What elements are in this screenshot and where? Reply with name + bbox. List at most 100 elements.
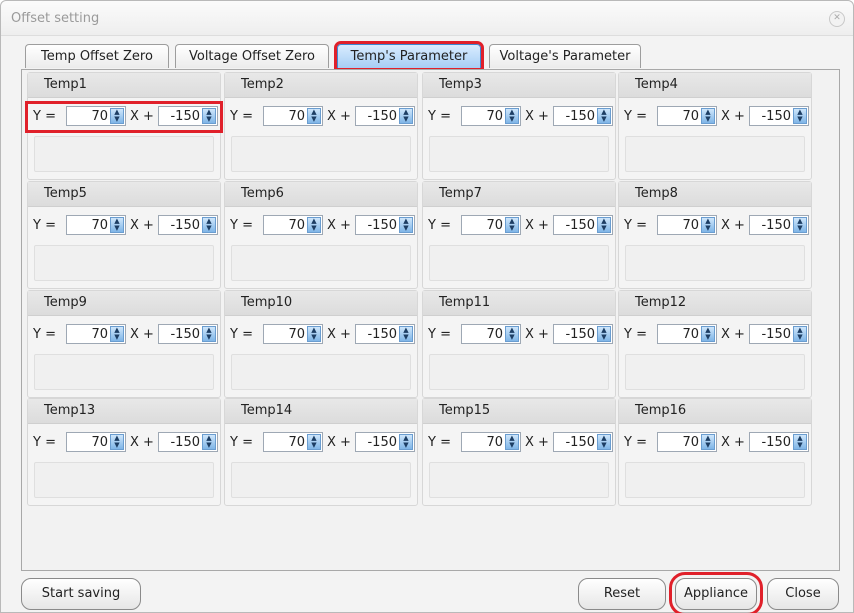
up-down-arrows-icon[interactable]: ▲ ▼ bbox=[399, 434, 413, 450]
x-offset-spinbox[interactable]: -150 ▲ ▼ bbox=[749, 215, 809, 235]
up-down-arrows-icon[interactable]: ▲ ▼ bbox=[701, 108, 715, 124]
x-offset-spinbox[interactable]: -150 ▲ ▼ bbox=[749, 324, 809, 344]
up-down-arrows-icon[interactable]: ▲ ▼ bbox=[307, 108, 321, 124]
up-down-arrows-icon[interactable]: ▲ ▼ bbox=[793, 326, 807, 342]
up-down-arrows-icon[interactable]: ▲ ▼ bbox=[701, 434, 715, 450]
appliance-button[interactable]: Appliance bbox=[669, 572, 763, 613]
y-value: 70 bbox=[682, 327, 699, 342]
y-label: Y = bbox=[33, 327, 56, 342]
x-label: X + bbox=[721, 435, 745, 450]
y-label: Y = bbox=[230, 109, 253, 124]
x-offset-spinbox[interactable]: -150 ▲ ▼ bbox=[158, 215, 218, 235]
x-offset-spinbox[interactable]: -150 ▲ ▼ bbox=[355, 215, 415, 235]
x-offset-value: -150 bbox=[565, 327, 595, 342]
y-value-spinbox[interactable]: 70 ▲ ▼ bbox=[657, 324, 717, 344]
up-down-arrows-icon[interactable]: ▲ ▼ bbox=[701, 326, 715, 342]
up-down-arrows-icon[interactable]: ▲ ▼ bbox=[399, 108, 413, 124]
y-value-spinbox[interactable]: 70 ▲ ▼ bbox=[657, 215, 717, 235]
offset-formula-row: Y = 70 ▲ ▼ X + -150 ▲ ▼ bbox=[227, 215, 415, 237]
up-down-arrows-icon[interactable]: ▲ ▼ bbox=[399, 217, 413, 233]
up-down-arrows-icon[interactable]: ▲ ▼ bbox=[793, 434, 807, 450]
y-value-spinbox[interactable]: 70 ▲ ▼ bbox=[461, 432, 521, 452]
panel-body bbox=[231, 245, 411, 281]
y-value-spinbox[interactable]: 70 ▲ ▼ bbox=[263, 324, 323, 344]
reset-button[interactable]: Reset bbox=[578, 578, 666, 610]
up-down-arrows-icon[interactable]: ▲ ▼ bbox=[597, 108, 611, 124]
up-down-arrows-icon[interactable]: ▲ ▼ bbox=[110, 108, 124, 124]
tab-temp-offset-zero[interactable]: Temp Offset Zero bbox=[25, 44, 169, 68]
temp-panel: Temp14 Y = 70 ▲ ▼ X + -150 ▲ ▼ bbox=[224, 398, 418, 506]
panel-title: Temp7 bbox=[439, 186, 482, 201]
up-down-arrows-icon[interactable]: ▲ ▼ bbox=[110, 217, 124, 233]
y-value-spinbox[interactable]: 70 ▲ ▼ bbox=[66, 215, 126, 235]
close-icon[interactable]: ✕ bbox=[829, 11, 845, 27]
y-value-spinbox[interactable]: 70 ▲ ▼ bbox=[263, 106, 323, 126]
panel-body bbox=[625, 245, 805, 281]
y-value-spinbox[interactable]: 70 ▲ ▼ bbox=[461, 215, 521, 235]
up-down-arrows-icon[interactable]: ▲ ▼ bbox=[202, 326, 216, 342]
x-offset-spinbox[interactable]: -150 ▲ ▼ bbox=[553, 432, 613, 452]
y-value-spinbox[interactable]: 70 ▲ ▼ bbox=[657, 432, 717, 452]
y-value-spinbox[interactable]: 70 ▲ ▼ bbox=[66, 324, 126, 344]
up-down-arrows-icon[interactable]: ▲ ▼ bbox=[307, 217, 321, 233]
panel-body bbox=[231, 462, 411, 498]
up-down-arrows-icon[interactable]: ▲ ▼ bbox=[505, 108, 519, 124]
x-offset-spinbox[interactable]: -150 ▲ ▼ bbox=[553, 324, 613, 344]
panel-body bbox=[231, 136, 411, 172]
temp-panel: Temp2 Y = 70 ▲ ▼ X + -150 ▲ ▼ bbox=[224, 72, 418, 180]
y-value-spinbox[interactable]: 70 ▲ ▼ bbox=[657, 106, 717, 126]
x-offset-value: -150 bbox=[170, 218, 200, 233]
y-value-spinbox[interactable]: 70 ▲ ▼ bbox=[66, 106, 126, 126]
up-down-arrows-icon[interactable]: ▲ ▼ bbox=[202, 217, 216, 233]
x-offset-spinbox[interactable]: -150 ▲ ▼ bbox=[553, 106, 613, 126]
up-down-arrows-icon[interactable]: ▲ ▼ bbox=[597, 326, 611, 342]
y-value: 70 bbox=[682, 109, 699, 124]
close-button[interactable]: Close bbox=[767, 578, 839, 610]
up-down-arrows-icon[interactable]: ▲ ▼ bbox=[793, 217, 807, 233]
x-offset-spinbox[interactable]: -150 ▲ ▼ bbox=[158, 324, 218, 344]
x-offset-spinbox[interactable]: -150 ▲ ▼ bbox=[749, 106, 809, 126]
up-down-arrows-icon[interactable]: ▲ ▼ bbox=[597, 434, 611, 450]
x-offset-spinbox[interactable]: -150 ▲ ▼ bbox=[158, 432, 218, 452]
x-offset-spinbox[interactable]: -150 ▲ ▼ bbox=[355, 324, 415, 344]
y-label: Y = bbox=[33, 218, 56, 233]
x-offset-spinbox[interactable]: -150 ▲ ▼ bbox=[158, 106, 218, 126]
panel-body bbox=[34, 354, 214, 390]
tab-voltages-parameter[interactable]: Voltage's Parameter bbox=[489, 44, 641, 68]
up-down-arrows-icon[interactable]: ▲ ▼ bbox=[110, 434, 124, 450]
start-saving-button[interactable]: Start saving bbox=[21, 578, 141, 610]
up-down-arrows-icon[interactable]: ▲ ▼ bbox=[505, 434, 519, 450]
up-down-arrows-icon[interactable]: ▲ ▼ bbox=[399, 326, 413, 342]
up-down-arrows-icon[interactable]: ▲ ▼ bbox=[202, 434, 216, 450]
up-down-arrows-icon[interactable]: ▲ ▼ bbox=[505, 326, 519, 342]
x-offset-value: -150 bbox=[367, 109, 397, 124]
up-down-arrows-icon[interactable]: ▲ ▼ bbox=[307, 434, 321, 450]
up-down-arrows-icon[interactable]: ▲ ▼ bbox=[793, 108, 807, 124]
y-value: 70 bbox=[288, 327, 305, 342]
x-offset-spinbox[interactable]: -150 ▲ ▼ bbox=[355, 106, 415, 126]
up-down-arrows-icon[interactable]: ▲ ▼ bbox=[597, 217, 611, 233]
panel-body bbox=[429, 136, 609, 172]
panel-title: Temp8 bbox=[635, 186, 678, 201]
up-down-arrows-icon[interactable]: ▲ ▼ bbox=[307, 326, 321, 342]
y-label: Y = bbox=[428, 109, 451, 124]
up-down-arrows-icon[interactable]: ▲ ▼ bbox=[110, 326, 124, 342]
up-down-arrows-icon[interactable]: ▲ ▼ bbox=[202, 108, 216, 124]
x-label: X + bbox=[721, 218, 745, 233]
tab-voltage-offset-zero[interactable]: Voltage Offset Zero bbox=[175, 44, 329, 68]
up-down-arrows-icon[interactable]: ▲ ▼ bbox=[701, 217, 715, 233]
tab-temps-parameter[interactable]: Temp's Parameter bbox=[334, 41, 484, 71]
y-value-spinbox[interactable]: 70 ▲ ▼ bbox=[461, 324, 521, 344]
y-value-spinbox[interactable]: 70 ▲ ▼ bbox=[461, 106, 521, 126]
temp-panel: Temp10 Y = 70 ▲ ▼ X + -150 ▲ ▼ bbox=[224, 290, 418, 398]
x-offset-spinbox[interactable]: -150 ▲ ▼ bbox=[355, 432, 415, 452]
temp-panel: Temp1 Y = 70 ▲ ▼ X + -150 ▲ ▼ bbox=[25, 72, 223, 180]
y-value: 70 bbox=[486, 435, 503, 450]
window-title: Offset setting bbox=[11, 11, 100, 26]
y-value-spinbox[interactable]: 70 ▲ ▼ bbox=[263, 215, 323, 235]
x-offset-spinbox[interactable]: -150 ▲ ▼ bbox=[749, 432, 809, 452]
y-value-spinbox[interactable]: 70 ▲ ▼ bbox=[263, 432, 323, 452]
y-value-spinbox[interactable]: 70 ▲ ▼ bbox=[66, 432, 126, 452]
x-offset-spinbox[interactable]: -150 ▲ ▼ bbox=[553, 215, 613, 235]
up-down-arrows-icon[interactable]: ▲ ▼ bbox=[505, 217, 519, 233]
